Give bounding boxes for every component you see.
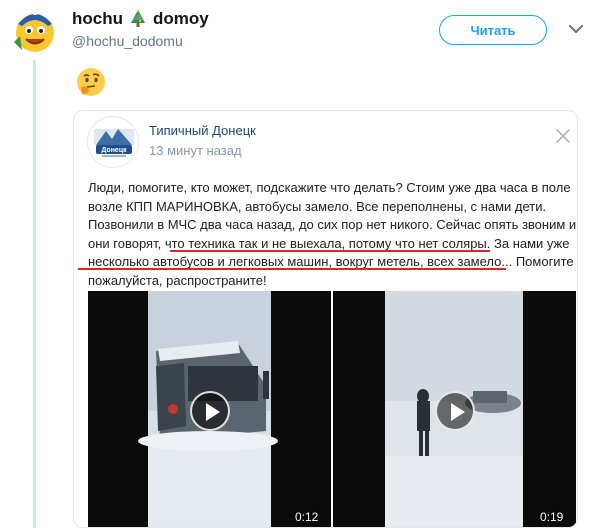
card-timestamp[interactable]: 13 минут назад: [149, 143, 242, 158]
red-underline: [78, 268, 506, 270]
post-text-line: возле КПП МАРИНОВКА, автобусы замело. Вс…: [88, 198, 547, 214]
video-thumbnail-blizzard[interactable]: 0:19: [333, 291, 576, 527]
video-thumbnail-bus[interactable]: 0:12: [88, 291, 331, 527]
display-name-suffix[interactable]: domoy: [153, 9, 209, 29]
thinking-face-emoji: [75, 66, 107, 98]
smiley-avatar-icon: [14, 7, 54, 52]
video-duration: 0:12: [295, 510, 319, 524]
post-text-line: Люди, помогите, кто может, подскажите чт…: [88, 180, 571, 195]
donetsk-logo-icon: Донецк: [89, 118, 138, 167]
card-avatar[interactable]: Донецк: [87, 116, 139, 168]
post-text-line: Позвонили в МЧС два часа назад, до сих п…: [88, 217, 577, 232]
red-underline: [170, 250, 490, 252]
play-icon: [206, 403, 220, 421]
display-name-row[interactable]: hochu domoy: [72, 9, 209, 29]
thinking-face-icon: [77, 68, 105, 96]
play-button[interactable]: [435, 391, 475, 431]
follow-button[interactable]: Читать: [439, 15, 547, 45]
more-options-caret[interactable]: [565, 18, 587, 40]
card-avatar-text: Донецк: [101, 147, 127, 154]
video-duration: 0:19: [540, 510, 564, 524]
christmas-tree-icon: [131, 9, 145, 27]
post-text-line: пожалуйста, распространите!: [88, 272, 267, 288]
thread-line: [33, 60, 36, 528]
chevron-down-icon: [569, 25, 583, 33]
embedded-post-card[interactable]: Донецк Типичный Донецк 13 минут назад Лю…: [73, 110, 578, 528]
close-icon: [556, 129, 570, 143]
play-icon: [451, 403, 465, 421]
play-button[interactable]: [190, 391, 230, 431]
user-handle[interactable]: @hochu_dodomu: [72, 33, 183, 49]
user-avatar[interactable]: [10, 6, 60, 56]
post-text: Люди, помогите, кто может, подскажите чт…: [88, 179, 576, 290]
tweet-header: hochu domoy @hochu_dodomu Читать: [0, 0, 598, 60]
card-author-name[interactable]: Типичный Донецк: [149, 123, 256, 138]
card-options[interactable]: [552, 125, 574, 147]
display-name[interactable]: hochu: [72, 9, 123, 29]
